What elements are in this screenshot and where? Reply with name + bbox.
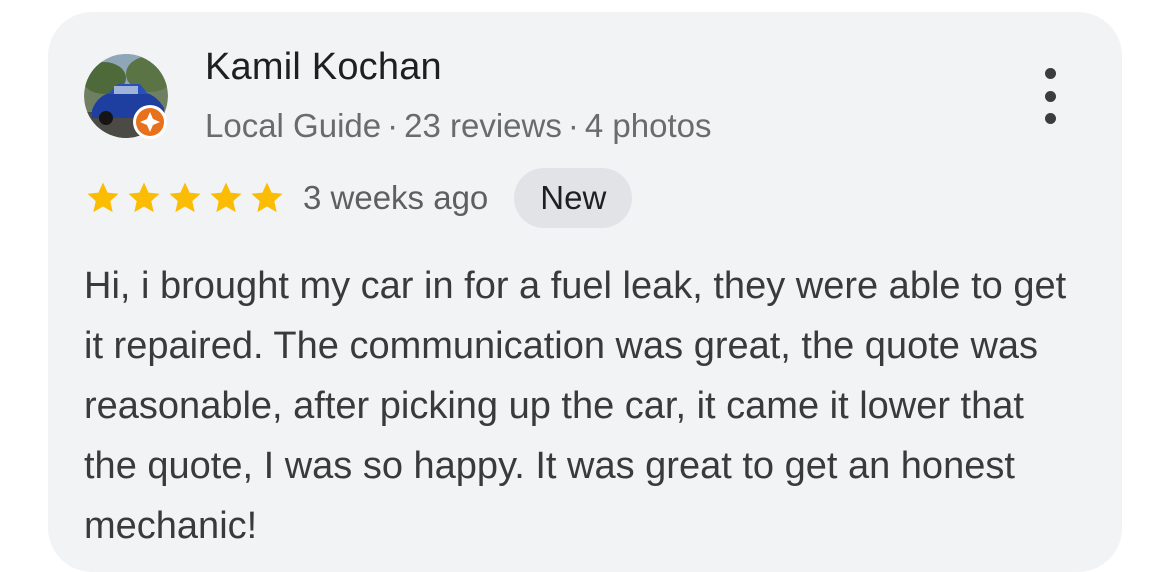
local-guide-label: Local Guide — [205, 107, 382, 144]
reviewer-meta: Local Guide · 23 reviews · 4 photos — [205, 107, 711, 145]
star-rating — [84, 179, 289, 217]
avatar[interactable] — [84, 54, 168, 139]
star-icon — [169, 182, 201, 213]
photo-count: 4 photos — [584, 107, 712, 144]
more-dot — [1044, 113, 1056, 124]
star-icon — [210, 182, 242, 213]
local-guide-icon — [133, 105, 167, 139]
review-text: Hi, i brought my car in for a fuel leak,… — [84, 265, 1067, 547]
rating-row: 3 weeks ago New — [84, 168, 633, 228]
more-dot — [1044, 90, 1056, 102]
meta-separator: · — [567, 107, 579, 144]
star-icon — [128, 182, 160, 213]
review-time: 3 weeks ago — [303, 179, 489, 216]
reviewer-name[interactable]: Kamil Kochan — [205, 46, 442, 89]
star-icon — [87, 182, 119, 213]
meta-separator: · — [387, 107, 399, 144]
star-icon — [251, 182, 283, 213]
new-badge: New — [514, 168, 633, 228]
more-dot — [1044, 68, 1056, 79]
more-vert-icon[interactable] — [1030, 68, 1070, 124]
review-count: 23 reviews — [404, 107, 562, 144]
